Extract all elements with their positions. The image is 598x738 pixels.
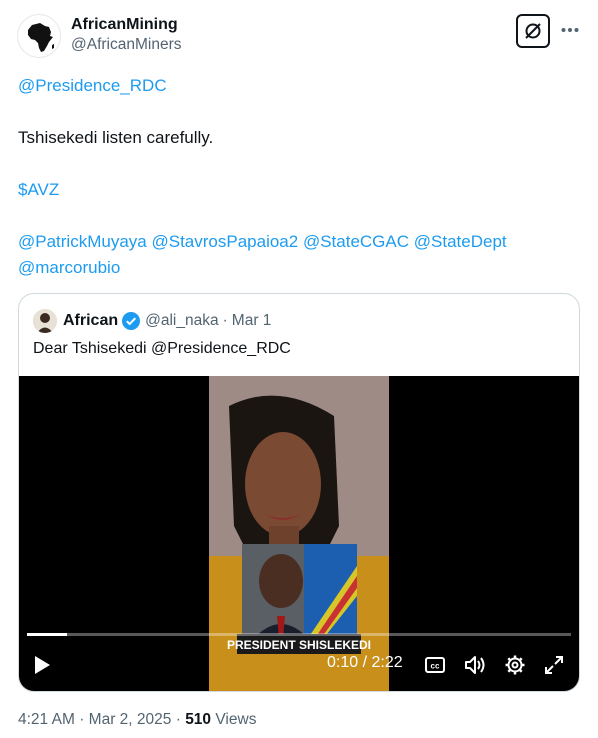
- captions-button[interactable]: cc: [422, 652, 448, 678]
- tweet-text: @Presidence_RDC Tshisekedi listen carefu…: [18, 73, 578, 281]
- mentions-line: @PatrickMuyaya @StavrosPapaioa2 @StateCG…: [18, 229, 578, 281]
- time-separator: /: [362, 654, 368, 671]
- mention-link[interactable]: @PatrickMuyaya: [18, 232, 147, 251]
- video-progress-fill: [27, 633, 68, 636]
- volume-button[interactable]: [462, 652, 488, 678]
- play-button[interactable]: [29, 652, 55, 678]
- mention-link[interactable]: @Presidence_RDC: [18, 76, 167, 95]
- video-player[interactable]: PRESIDENT SHISLEKEDI 0:10 / 2:22 cc: [19, 376, 579, 691]
- quoted-author-handle[interactable]: @ali_naka: [145, 312, 218, 330]
- quoted-author-name[interactable]: African: [63, 312, 118, 330]
- more-icon: [561, 28, 579, 32]
- mention-link[interactable]: @StateCGAC: [303, 232, 409, 251]
- play-icon: [35, 656, 50, 674]
- tweet-date[interactable]: Mar 2, 2025: [89, 711, 172, 728]
- verified-badge-icon: [122, 312, 141, 330]
- author-names: AfricanMining @AfricanMiners: [71, 15, 181, 55]
- author-avatar[interactable]: [17, 14, 61, 58]
- settings-icon: [505, 655, 525, 675]
- meta-separator: ·: [222, 312, 228, 329]
- video-elapsed: 0:10: [327, 654, 359, 671]
- video-thumbnail-image: PRESIDENT SHISLEKEDI: [209, 376, 389, 691]
- footer-separator: ·: [79, 711, 85, 728]
- quoted-mention[interactable]: @Presidence_RDC: [151, 340, 291, 357]
- mention-link[interactable]: @StavrosPapaioa2: [151, 232, 298, 251]
- settings-button[interactable]: [502, 652, 528, 678]
- fullscreen-icon: [545, 656, 563, 674]
- fullscreen-button[interactable]: [541, 652, 567, 678]
- grok-button[interactable]: [516, 14, 550, 48]
- video-frame: PRESIDENT SHISLEKEDI: [209, 376, 389, 691]
- quoted-text: Dear Tshisekedi @Presidence_RDC: [33, 338, 291, 360]
- video-progress-bar[interactable]: [27, 633, 571, 636]
- quoted-author-avatar[interactable]: [33, 309, 57, 333]
- views-label: Views: [215, 711, 257, 728]
- author-handle[interactable]: @AfricanMiners: [71, 35, 181, 55]
- video-duration: 2:22: [371, 654, 403, 671]
- tweet-time[interactable]: 4:21 AM: [18, 711, 75, 728]
- mention-link[interactable]: @StateDept: [414, 232, 507, 251]
- quoted-date[interactable]: Mar 1: [232, 312, 272, 330]
- volume-icon: [465, 656, 485, 674]
- grok-icon: [525, 23, 541, 39]
- person-avatar-icon: [33, 309, 57, 333]
- africa-map-icon: [28, 23, 54, 52]
- more-button[interactable]: [555, 14, 585, 46]
- tweet-header: AfricanMining @AfricanMiners: [17, 14, 583, 58]
- author-display-name[interactable]: AfricanMining: [71, 15, 181, 35]
- tweet-footer: 4:21 AM · Mar 2, 2025 · 510 Views: [18, 709, 256, 731]
- cashtag-link[interactable]: $AVZ: [18, 180, 59, 199]
- svg-text:cc: cc: [431, 662, 440, 671]
- footer-separator: ·: [175, 711, 181, 728]
- views-count: 510: [185, 711, 212, 728]
- video-controls: 0:10 / 2:22 cc: [19, 648, 579, 684]
- tweet-line: Tshisekedi listen carefully.: [18, 128, 214, 147]
- video-time: 0:10 / 2:22: [327, 654, 403, 672]
- quoted-tweet-header: African @ali_naka · Mar 1: [33, 309, 271, 333]
- mention-link[interactable]: @marcorubio: [18, 258, 120, 277]
- quoted-tweet[interactable]: African @ali_naka · Mar 1 Dear Tshiseked…: [18, 293, 580, 692]
- captions-icon: cc: [425, 657, 445, 673]
- quoted-text-prefix: Dear Tshisekedi: [33, 340, 147, 357]
